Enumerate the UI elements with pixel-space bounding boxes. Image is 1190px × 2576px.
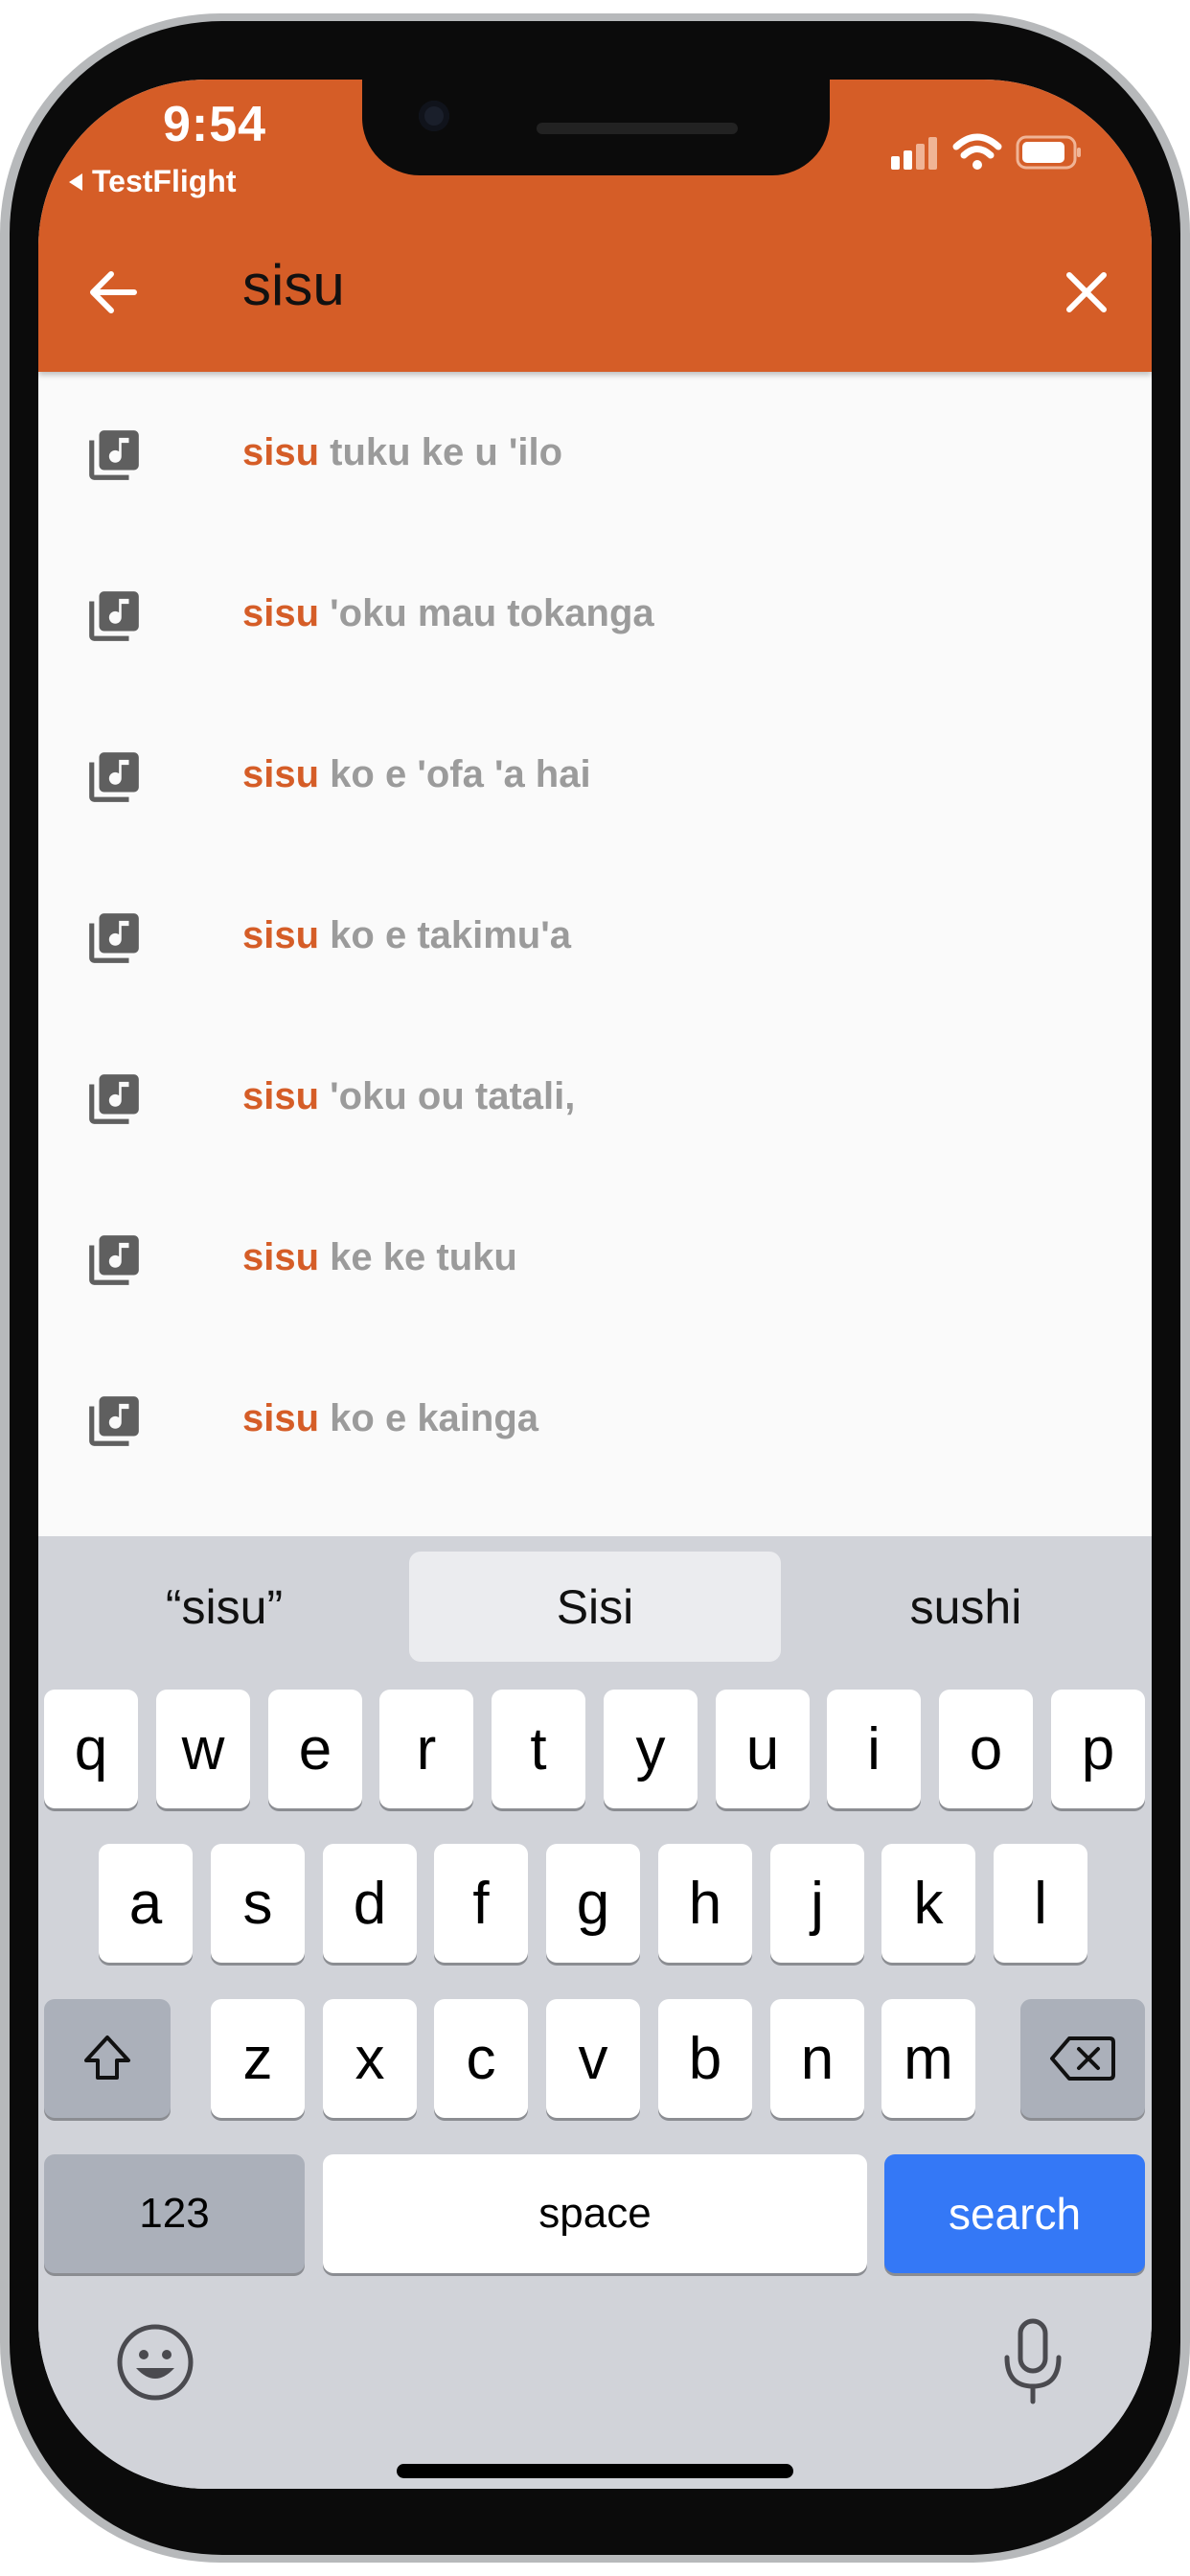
result-rest: 'oku mau tokanga <box>319 592 654 634</box>
key-p[interactable]: p <box>1051 1690 1145 1808</box>
key-v[interactable]: v <box>546 1999 640 2118</box>
key-q[interactable]: q <box>44 1690 138 1808</box>
microphone-icon <box>1004 2318 1062 2404</box>
result-match: sisu <box>242 1075 320 1117</box>
key-i[interactable]: i <box>827 1690 921 1808</box>
front-camera <box>419 101 449 131</box>
suggestion-autocorrect[interactable]: Sisi <box>409 1552 781 1662</box>
key-h[interactable]: h <box>658 1844 752 1963</box>
key-r[interactable]: r <box>379 1690 473 1808</box>
key-a[interactable]: a <box>99 1844 193 1963</box>
delete-key[interactable] <box>1020 1999 1145 2118</box>
result-title: sisu ko e takimu'a <box>242 914 571 957</box>
music-library-icon <box>89 752 139 802</box>
dictation-button[interactable] <box>999 2317 1066 2407</box>
music-library-icon <box>89 591 139 641</box>
result-match: sisu <box>242 431 320 473</box>
list-item[interactable]: sisu ko e takimu'a <box>38 855 1152 1016</box>
battery-icon <box>1016 135 1081 170</box>
suggestion-alternate[interactable]: sushi <box>780 1552 1152 1662</box>
result-match: sisu <box>242 914 320 956</box>
suggestion-quoted[interactable]: “sisu” <box>38 1552 410 1662</box>
list-item[interactable]: sisu ko e 'ofa 'a hai <box>38 694 1152 855</box>
key-n[interactable]: n <box>770 1999 864 2118</box>
status-back-link[interactable]: TestFlight <box>69 164 237 199</box>
list-item[interactable]: sisu ko e kainga <box>38 1338 1152 1499</box>
result-match: sisu <box>242 592 320 634</box>
numbers-key[interactable]: 123 <box>44 2154 305 2273</box>
back-triangle-icon <box>69 172 82 191</box>
space-key[interactable]: space <box>323 2154 867 2273</box>
result-title: sisu tuku ke u 'ilo <box>242 431 562 474</box>
shift-key[interactable] <box>44 1999 171 2118</box>
key-w[interactable]: w <box>156 1690 250 1808</box>
status-icons <box>853 129 1083 177</box>
clear-search-button[interactable] <box>1048 254 1125 331</box>
music-library-icon <box>89 1396 139 1446</box>
key-j[interactable]: j <box>770 1844 864 1963</box>
search-key[interactable]: search <box>884 2154 1145 2273</box>
arrow-left-icon <box>90 271 137 313</box>
key-b[interactable]: b <box>658 1999 752 2118</box>
key-o[interactable]: o <box>939 1690 1033 1808</box>
key-y[interactable]: y <box>604 1690 698 1808</box>
screen: 9:54 TestFlight sisu sisu tuku ke u 'ilo… <box>38 80 1152 2489</box>
key-s[interactable]: s <box>211 1844 305 1963</box>
key-l[interactable]: l <box>994 1844 1087 1963</box>
result-rest: 'oku ou tatali, <box>319 1075 576 1117</box>
result-title: sisu 'oku ou tatali, <box>242 1075 575 1118</box>
search-input[interactable] <box>242 252 1009 318</box>
result-rest: tuku ke u 'ilo <box>319 431 563 473</box>
result-rest: ko e kainga <box>319 1397 539 1439</box>
result-rest: ko e takimu'a <box>319 914 571 956</box>
result-match: sisu <box>242 1236 320 1278</box>
result-rest: ke ke tuku <box>319 1236 517 1278</box>
music-library-icon <box>89 430 139 480</box>
earpiece-speaker <box>537 123 738 134</box>
music-library-icon <box>89 1074 139 1124</box>
back-button[interactable] <box>75 254 151 331</box>
list-item[interactable]: sisu 'oku mau tokanga <box>38 533 1152 694</box>
music-library-icon <box>89 913 139 963</box>
predictive-bar: “sisu” Sisi sushi <box>38 1536 1152 1680</box>
key-t[interactable]: t <box>492 1690 585 1808</box>
result-match: sisu <box>242 753 320 795</box>
key-g[interactable]: g <box>546 1844 640 1963</box>
backspace-icon <box>1050 2036 1115 2081</box>
result-title: sisu 'oku mau tokanga <box>242 592 654 635</box>
key-e[interactable]: e <box>268 1690 362 1808</box>
result-match: sisu <box>242 1397 320 1439</box>
key-k[interactable]: k <box>881 1844 975 1963</box>
key-m[interactable]: m <box>881 1999 975 2118</box>
search-results-list: sisu tuku ke u 'ilo sisu 'oku mau tokang… <box>38 372 1152 1499</box>
list-item[interactable]: sisu tuku ke u 'ilo <box>38 372 1152 533</box>
emoji-button[interactable] <box>115 2322 195 2403</box>
result-rest: ko e 'ofa 'a hai <box>319 753 591 795</box>
onscreen-keyboard: “sisu” Sisi sushi q w e r t y u i o p a … <box>38 1536 1152 2489</box>
key-f[interactable]: f <box>434 1844 528 1963</box>
key-d[interactable]: d <box>323 1844 417 1963</box>
result-title: sisu ko e 'ofa 'a hai <box>242 753 591 796</box>
emoji-icon <box>117 2324 194 2401</box>
key-c[interactable]: c <box>434 1999 528 2118</box>
key-z[interactable]: z <box>211 1999 305 2118</box>
result-title: sisu ke ke tuku <box>242 1236 517 1279</box>
home-indicator[interactable] <box>397 2464 793 2478</box>
wifi-icon <box>952 133 1002 170</box>
key-x[interactable]: x <box>323 1999 417 2118</box>
shift-icon <box>84 2036 130 2080</box>
close-icon <box>1066 272 1107 312</box>
status-back-label: TestFlight <box>92 164 237 198</box>
signal-icon <box>891 137 937 170</box>
list-item[interactable]: sisu ke ke tuku <box>38 1177 1152 1338</box>
list-item[interactable]: sisu 'oku ou tatali, <box>38 1016 1152 1177</box>
key-u[interactable]: u <box>716 1690 810 1808</box>
status-time: 9:54 <box>163 97 267 152</box>
result-title: sisu ko e kainga <box>242 1397 538 1440</box>
music-library-icon <box>89 1235 139 1285</box>
